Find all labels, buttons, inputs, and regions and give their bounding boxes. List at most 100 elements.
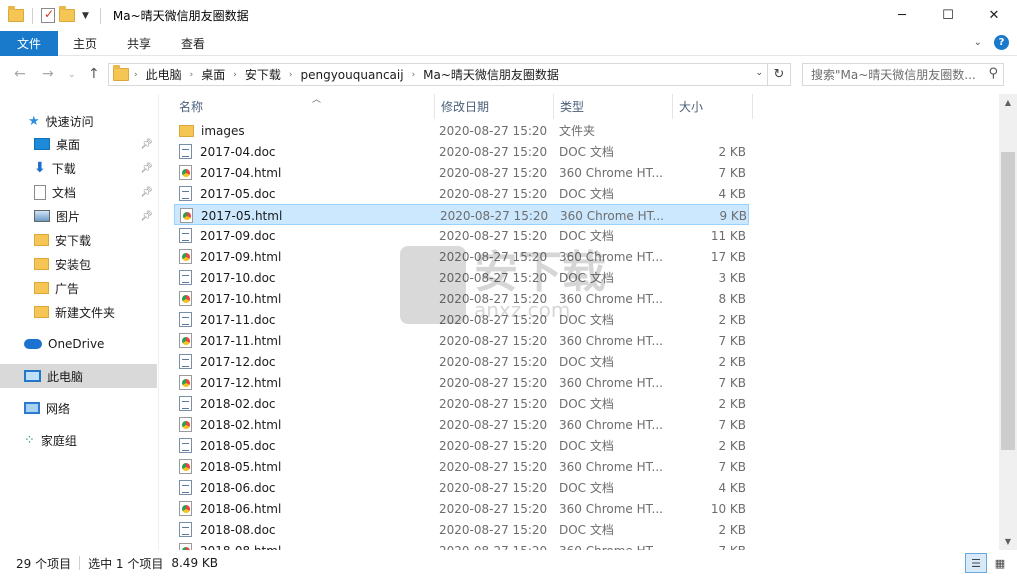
nav-network[interactable]: 网络 <box>0 396 157 420</box>
expand-ribbon-icon[interactable]: ⌄ <box>974 37 982 48</box>
breadcrumb-this-pc[interactable]: 此电脑 <box>141 66 187 83</box>
file-row[interactable]: 2017-05.doc 2020-08-27 15:20 DOC 文档 4 KB <box>174 183 749 204</box>
tab-home[interactable]: 主页 <box>58 31 112 56</box>
minimize-button[interactable]: ─ <box>879 0 925 31</box>
nav-this-pc[interactable]: 此电脑 <box>0 364 157 388</box>
html-file-icon <box>179 333 192 348</box>
new-folder-icon[interactable] <box>59 6 75 22</box>
chevron-right-icon[interactable]: › <box>230 70 240 80</box>
maximize-button[interactable]: ☐ <box>925 0 971 31</box>
nav-item-documents[interactable]: 文档 📌︎ <box>0 180 157 204</box>
folder-icon <box>179 124 194 137</box>
scroll-down-icon[interactable]: ▼ <box>999 533 1017 550</box>
file-date: 2020-08-27 15:20 <box>439 354 548 369</box>
close-button[interactable]: ✕ <box>971 0 1017 31</box>
file-row[interactable]: 2018-05.doc 2020-08-27 15:20 DOC 文档 2 KB <box>174 435 749 456</box>
chevron-right-icon[interactable]: › <box>409 70 419 80</box>
navigation-pane: ★ 快速访问 桌面 📌︎ ⬇ 下载 📌︎ 文档 📌︎ 图片 📌︎ 安下载 安装包… <box>0 94 158 550</box>
pin-icon[interactable]: 📌︎ <box>140 163 153 174</box>
nav-onedrive[interactable]: OneDrive <box>0 332 157 356</box>
html-file-icon <box>179 291 192 306</box>
desktop-icon <box>34 138 50 150</box>
nav-item-ads[interactable]: 广告 <box>0 276 157 300</box>
file-type: DOC 文档 <box>559 187 614 201</box>
pin-icon[interactable]: 📌︎ <box>140 187 153 198</box>
file-row[interactable]: 2018-08.html 2020-08-27 15:20360 Chrome H… <box>174 540 749 550</box>
pin-icon[interactable]: 📌︎ <box>140 139 153 150</box>
file-row[interactable]: 2018-02.html 2020-08-27 15:20 360 Chrome H… <box>174 414 749 435</box>
nav-item-downloads[interactable]: ⬇ 下载 📌︎ <box>0 156 157 180</box>
details-view-button[interactable]: ☰ <box>965 553 987 573</box>
back-icon[interactable]: ← <box>14 66 26 82</box>
doc-file-icon <box>179 312 192 327</box>
folder-icon <box>34 282 49 294</box>
file-name-cell: 2018-02.html <box>179 414 434 435</box>
breadcrumb-current[interactable]: Ma~晴天微信朋友圈数据 <box>418 66 564 83</box>
up-icon[interactable]: ↑ <box>88 66 100 82</box>
column-header-type[interactable]: 类型 <box>554 94 673 119</box>
breadcrumb-desktop[interactable]: 桌面 <box>196 66 230 83</box>
file-row[interactable]: 2017-09.doc 2020-08-27 15:20 DOC 文档 11 KB <box>174 225 749 246</box>
file-name: 2018-02.html <box>200 417 282 432</box>
file-row[interactable]: 2018-02.doc 2020-08-27 15:20 DOC 文档 2 KB <box>174 393 749 414</box>
nav-item-anxiazai[interactable]: 安下载 <box>0 228 157 252</box>
file-row[interactable]: 2017-04.doc 2020-08-27 15:20 DOC 文档 2 KB <box>174 141 749 162</box>
refresh-button[interactable]: ↻ <box>768 63 791 86</box>
file-row[interactable]: 2018-06.doc 2020-08-27 15:20 DOC 文档 4 KB <box>174 477 749 498</box>
chevron-right-icon[interactable]: › <box>187 70 197 80</box>
file-size: 2 KB <box>718 354 746 369</box>
column-header-name[interactable]: 名称 ︿ <box>173 94 435 119</box>
breadcrumb-anxiazai[interactable]: 安下载 <box>240 66 286 83</box>
nav-quick-access[interactable]: ★ 快速访问 <box>0 109 157 133</box>
file-row[interactable]: images 2020-08-27 15:20 文件夹 <box>174 120 749 141</box>
properties-icon[interactable] <box>41 7 55 23</box>
large-icons-view-button[interactable]: ▦ <box>989 553 1011 573</box>
file-row[interactable]: 2018-08.doc 2020-08-27 15:20 DOC 文档 2 KB <box>174 519 749 540</box>
nav-item-installers[interactable]: 安装包 <box>0 252 157 276</box>
tab-share[interactable]: 共享 <box>112 31 166 56</box>
tab-view[interactable]: 查看 <box>166 31 220 56</box>
file-date: 2020-08-27 15:20 <box>439 522 548 537</box>
chevron-right-icon[interactable]: › <box>286 70 296 80</box>
file-row[interactable]: 2017-11.html 2020-08-27 15:20 360 Chrome H… <box>174 330 749 351</box>
vertical-scrollbar[interactable]: ▲ ▼ <box>999 94 1017 550</box>
forward-icon[interactable]: → <box>42 66 54 82</box>
file-name-cell: 2017-11.doc <box>179 309 434 330</box>
html-file-icon <box>179 459 192 474</box>
search-input[interactable]: 搜索"Ma~晴天微信朋友圈数... ⚲ <box>802 63 1004 86</box>
chevron-right-icon[interactable]: › <box>131 70 141 80</box>
nav-item-desktop[interactable]: 桌面 📌︎ <box>0 132 157 156</box>
tab-file[interactable]: 文件 <box>0 30 58 56</box>
file-row[interactable]: 2017-04.html 2020-08-27 15:20 360 Chrome H… <box>174 162 749 183</box>
nav-label: 桌面 <box>56 137 81 152</box>
file-row[interactable]: 2017-05.html 2020-08-27 15:20 360 Chrome H… <box>174 204 749 225</box>
file-type: 360 Chrome HT... <box>559 417 663 432</box>
file-date: 2020-08-27 15:20 <box>439 438 548 453</box>
customize-toolbar-dropdown[interactable]: ▼ <box>79 11 92 21</box>
search-icon[interactable]: ⚲ <box>988 66 998 81</box>
file-row[interactable]: 2018-05.html 2020-08-27 15:20 360 Chrome H… <box>174 456 749 477</box>
nav-item-pictures[interactable]: 图片 📌︎ <box>0 204 157 228</box>
search-placeholder: 搜索"Ma~晴天微信朋友圈数... <box>811 68 976 82</box>
pin-icon[interactable]: 📌︎ <box>140 211 153 222</box>
help-icon[interactable]: ? <box>994 35 1009 50</box>
file-size: 7 KB <box>718 417 746 432</box>
file-row[interactable]: 2017-12.doc 2020-08-27 15:20 DOC 文档 2 KB <box>174 351 749 372</box>
file-row[interactable]: 2017-12.html 2020-08-27 15:20 360 Chrome H… <box>174 372 749 393</box>
address-dropdown-icon[interactable]: ⌄ <box>755 68 763 78</box>
nav-item-new-folder[interactable]: 新建文件夹 <box>0 300 157 324</box>
sort-ascending-icon: ︿ <box>312 95 322 105</box>
column-label: 大小 <box>679 100 704 114</box>
recent-locations-icon[interactable]: ⌄ <box>68 70 76 80</box>
column-header-size[interactable]: 大小 <box>673 94 753 119</box>
address-bar[interactable]: › 此电脑 › 桌面 › 安下载 › pengyouquancaij › Ma~… <box>108 63 768 86</box>
breadcrumb-pengyouquancaij[interactable]: pengyouquancaij <box>295 68 408 82</box>
file-row[interactable]: 2018-06.html 2020-08-27 15:20 360 Chrome H… <box>174 498 749 519</box>
status-bar: 29 个项目 选中 1 个项目 8.49 KB ☰ ▦ <box>0 550 1017 576</box>
file-date: 2020-08-27 15:20 <box>439 144 548 159</box>
scrollbar-thumb[interactable] <box>1001 152 1015 450</box>
nav-homegroup[interactable]: ⁘ 家庭组 <box>0 428 157 452</box>
column-header-date[interactable]: 修改日期 <box>435 94 554 119</box>
file-date: 2020-08-27 15:20 <box>439 123 548 138</box>
scroll-up-icon[interactable]: ▲ <box>999 94 1017 111</box>
